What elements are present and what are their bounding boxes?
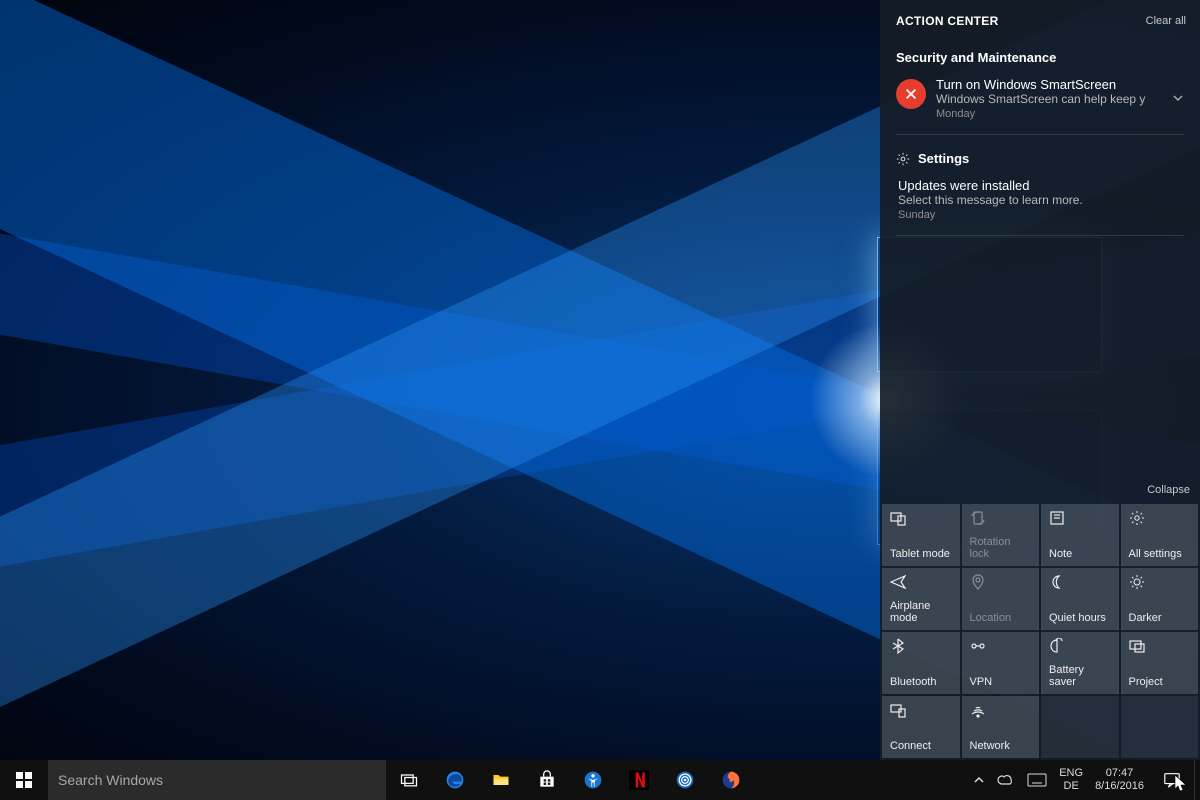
notification-body: Updates were installed Select this messa… [898, 178, 1184, 221]
location-icon [970, 574, 986, 590]
system-tray: ENG DE 07:47 8/16/2016 [967, 760, 1200, 800]
quick-action-tablet-mode[interactable]: Tablet mode [882, 504, 960, 566]
quick-action-label: Connect [890, 740, 952, 752]
action-center-header: ACTION CENTER Clear all [880, 0, 1200, 34]
quick-action-label: Battery saver [1049, 664, 1111, 688]
quick-action-rotation-lock[interactable]: Rotation lock [962, 504, 1040, 566]
quick-action-label: Quiet hours [1049, 612, 1111, 624]
clock[interactable]: 07:47 8/16/2016 [1089, 760, 1150, 800]
firefox-icon[interactable] [708, 760, 754, 800]
notification-group-security: Security and Maintenance Turn on Windows… [896, 34, 1184, 135]
mouse-cursor [1174, 774, 1188, 794]
quick-action-battery-saver[interactable]: Battery saver [1041, 632, 1119, 694]
quick-action-label: Rotation lock [970, 536, 1032, 560]
quick-action-location[interactable]: Location [962, 568, 1040, 630]
notification-timestamp: Sunday [898, 209, 1184, 221]
netflix-icon[interactable] [616, 760, 662, 800]
quick-action-connect[interactable]: Connect [882, 696, 960, 758]
moon-icon [1049, 574, 1065, 590]
edge-icon[interactable] [432, 760, 478, 800]
quick-action-empty [1041, 696, 1119, 758]
collapse-link[interactable]: Collapse [880, 480, 1200, 504]
notification-smartscreen[interactable]: Turn on Windows SmartScreen Windows Smar… [896, 73, 1184, 124]
task-view-button[interactable] [386, 760, 432, 800]
chevron-down-icon[interactable] [1172, 91, 1184, 109]
lang-secondary: DE [1064, 780, 1079, 793]
quick-action-label: VPN [970, 676, 1032, 688]
rotation-icon [970, 510, 986, 526]
gear-icon [896, 152, 910, 166]
file-explorer-icon[interactable] [478, 760, 524, 800]
connect-icon [890, 702, 906, 718]
battery-icon [1049, 638, 1065, 654]
quick-action-vpn[interactable]: VPN [962, 632, 1040, 694]
clear-all-link[interactable]: Clear all [1146, 15, 1186, 27]
quick-action-label: Bluetooth [890, 676, 952, 688]
quick-action-quiet-hours[interactable]: Quiet hours [1041, 568, 1119, 630]
quick-action-label: Network [970, 740, 1032, 752]
quick-action-network[interactable]: Network [962, 696, 1040, 758]
quick-action-label: Tablet mode [890, 548, 952, 560]
airplane-icon [890, 574, 906, 590]
quick-action-note[interactable]: Note [1041, 504, 1119, 566]
notification-subtitle: Select this message to learn more. [898, 193, 1184, 207]
group-header-label: Security and Maintenance [896, 50, 1056, 65]
start-button[interactable] [0, 760, 48, 800]
error-icon [896, 79, 926, 109]
store-icon[interactable] [524, 760, 570, 800]
quick-action-project[interactable]: Project [1121, 632, 1199, 694]
quick-action-label: Note [1049, 548, 1111, 560]
notification-title: Updates were installed [898, 178, 1184, 193]
onedrive-icon[interactable] [991, 760, 1021, 800]
group-header-security: Security and Maintenance [896, 40, 1184, 73]
spiral-app-icon[interactable] [662, 760, 708, 800]
quick-action-all-settings[interactable]: All settings [1121, 504, 1199, 566]
network-icon [970, 702, 986, 718]
action-center-panel: ACTION CENTER Clear all Security and Mai… [880, 0, 1200, 760]
tablet-icon [890, 510, 906, 526]
quick-action-darker[interactable]: Darker [1121, 568, 1199, 630]
quick-actions-grid: Tablet mode Rotation lock Note All settings… [880, 504, 1200, 760]
quick-action-airplane-mode[interactable]: Airplane mode [882, 568, 960, 630]
clock-time: 07:47 [1106, 767, 1134, 780]
search-input[interactable]: Search Windows [48, 760, 386, 800]
search-placeholder: Search Windows [58, 772, 163, 788]
note-icon [1049, 510, 1065, 526]
notification-title: Turn on Windows SmartScreen [936, 77, 1184, 92]
action-center-spacer [880, 236, 1200, 480]
show-desktop-button[interactable] [1194, 760, 1200, 800]
quick-action-label: All settings [1129, 548, 1191, 560]
ease-of-access-icon[interactable] [570, 760, 616, 800]
keyboard-icon[interactable] [1021, 760, 1053, 800]
notification-updates[interactable]: Updates were installed Select this messa… [896, 174, 1184, 225]
quick-action-label: Darker [1129, 612, 1191, 624]
taskbar: Search Windows ENG DE [0, 760, 1200, 800]
group-header-label: Settings [918, 151, 969, 166]
vpn-icon [970, 638, 986, 654]
quick-action-bluetooth[interactable]: Bluetooth [882, 632, 960, 694]
group-header-settings: Settings [896, 141, 1184, 174]
tray-overflow-icon[interactable] [967, 760, 991, 800]
gear-icon [1129, 510, 1145, 526]
lang-primary: ENG [1059, 767, 1083, 780]
notification-group-settings: Settings Updates were installed Select t… [896, 135, 1184, 236]
action-center-title: ACTION CENTER [896, 14, 999, 28]
language-indicator[interactable]: ENG DE [1053, 760, 1089, 800]
bluetooth-icon [890, 638, 906, 654]
project-icon [1129, 638, 1145, 654]
quick-action-empty [1121, 696, 1199, 758]
quick-action-label: Project [1129, 676, 1191, 688]
notification-timestamp: Monday [936, 108, 1184, 120]
quick-action-label: Airplane mode [890, 600, 952, 624]
brightness-icon [1129, 574, 1145, 590]
clock-date: 8/16/2016 [1095, 780, 1144, 793]
notification-subtitle: Windows SmartScreen can help keep y [936, 92, 1184, 106]
notification-body: Turn on Windows SmartScreen Windows Smar… [936, 77, 1184, 120]
quick-action-label: Location [970, 612, 1032, 624]
